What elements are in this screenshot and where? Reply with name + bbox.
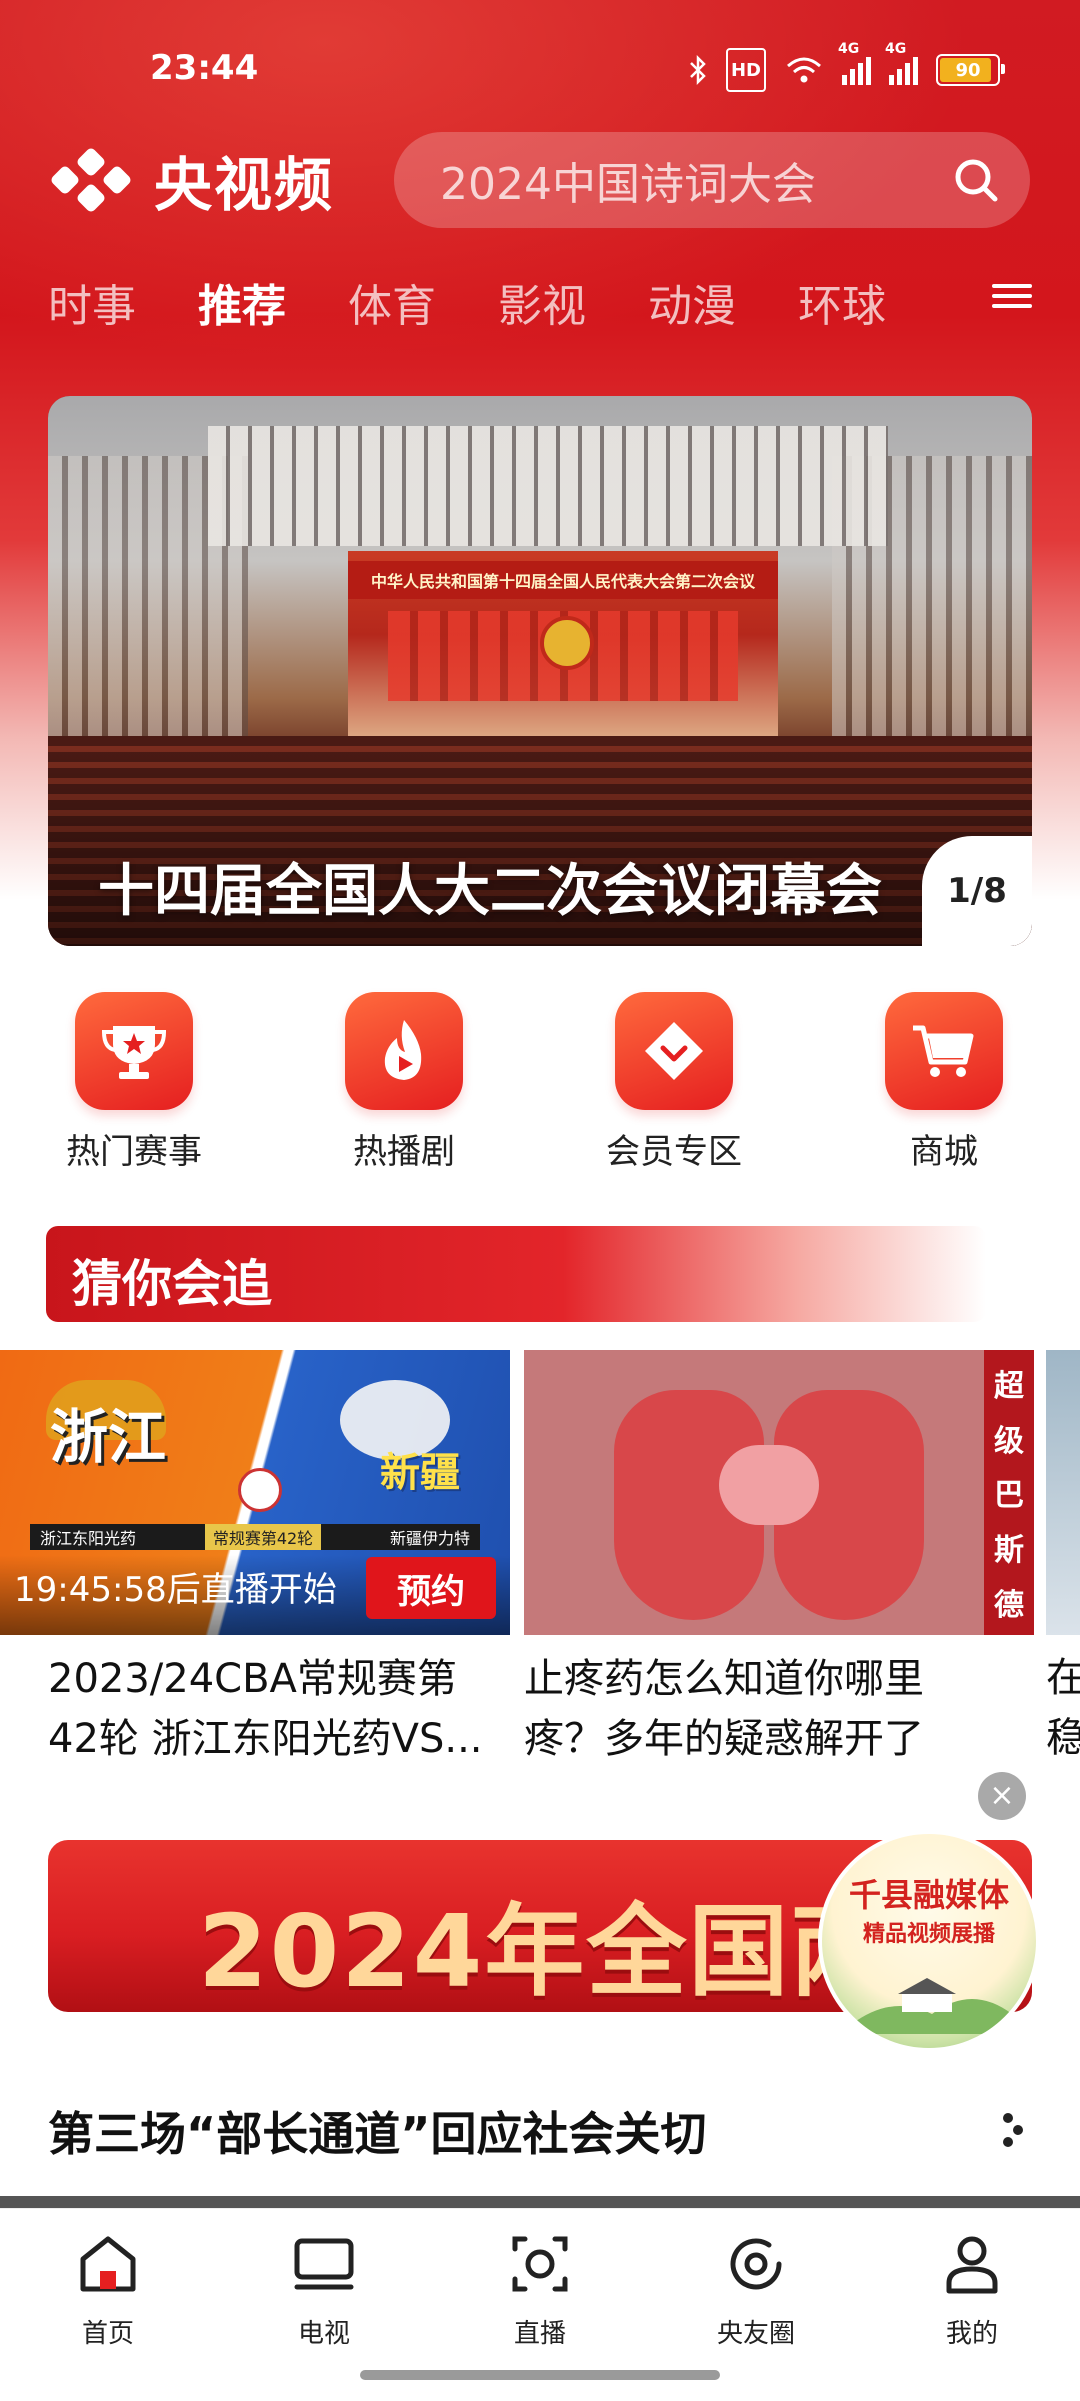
live-icon: [512, 2236, 568, 2292]
nav-label: 我的: [945, 2319, 998, 2349]
video-card-peek[interactable]: [1046, 1350, 1080, 1635]
nav-label: 央友圈: [716, 2319, 795, 2349]
banner-page-indicator: 1/8: [922, 836, 1032, 946]
status-bar: 23:44 HD 4G 4G 90: [0, 40, 1080, 100]
quick-entry-label: 会员专区: [606, 1132, 742, 1172]
quick-entry-label: 热播剧: [353, 1132, 455, 1172]
quick-entry-vip[interactable]: 会员专区: [574, 992, 774, 1173]
card-title-line-2: 疼？多年的疑惑解开了: [524, 1716, 924, 1762]
nav-label: 直播: [513, 2319, 566, 2349]
quick-entry-dramas[interactable]: 热播剧: [304, 992, 504, 1173]
hero-banner[interactable]: 中华人民共和国第十四届全国人民代表大会第二次会议 十四届全国人大二次会议闭幕会 …: [48, 396, 1032, 946]
section-title: 猜你会追: [72, 1255, 272, 1313]
close-ad-button[interactable]: ×: [978, 1772, 1026, 1820]
signal-icon-1: 4G: [838, 41, 871, 85]
battery-icon: 90: [936, 54, 1005, 86]
nav-circle[interactable]: 央友圈: [676, 2229, 836, 2350]
card-title-line-1: 2023/24CBA常规赛第: [48, 1656, 457, 1702]
search-placeholder: 2024中国诗词大会: [440, 159, 816, 210]
menu-icon[interactable]: [992, 278, 1032, 318]
card-title: 2023/24CBA常规赛第 42轮 浙江东阳光药VS...: [0, 1649, 510, 1769]
signal-label-1: 4G: [838, 41, 860, 57]
tab-dongman[interactable]: 动漫: [648, 270, 736, 334]
quick-entry-mall[interactable]: 商城: [844, 992, 1044, 1173]
reserve-button[interactable]: 预约: [366, 1557, 496, 1619]
match-strip: 浙江东阳光药 常规赛第42轮 新疆伊力特: [30, 1524, 480, 1550]
strip-right: 新疆伊力特: [389, 1529, 470, 1548]
nav-profile[interactable]: 我的: [892, 2229, 1052, 2350]
team-left: 浙江: [50, 1403, 167, 1471]
national-emblem-icon: [540, 616, 594, 670]
trophy-icon: [75, 992, 193, 1110]
app-name: 央视频: [154, 151, 335, 219]
stage: 中华人民共和国第十四届全国人民代表大会第二次会议: [348, 551, 778, 761]
category-tabs: 时事 推荐 体育 影视 动漫 环球: [0, 270, 1080, 350]
stage-banner-text: 中华人民共和国第十四届全国人民代表大会第二次会议: [348, 561, 778, 599]
section-header: 猜你会追: [46, 1226, 986, 1322]
logo-icon: [46, 145, 136, 215]
profile-icon: [946, 2236, 998, 2294]
search-bar[interactable]: 2024中国诗词大会: [394, 132, 1030, 228]
video-card-painkiller[interactable]: 超 级 巴 斯 德 止疼药怎么知道你哪里 疼？多年的疑惑解开了: [524, 1350, 1034, 1769]
video-card-cba[interactable]: 浙江 新疆 浙江东阳光药 常规赛第42轮 新疆伊力特 19:45:58后直播开始…: [0, 1350, 510, 1769]
arrow-right-icon[interactable]: [996, 2110, 1030, 2150]
ad-badge[interactable]: 千县融媒体 精品视频展播: [818, 1830, 1040, 2052]
tab-shishi[interactable]: 时事: [48, 270, 136, 334]
tab-tiyu[interactable]: 体育: [348, 270, 436, 334]
wifi-icon: [784, 50, 824, 90]
nav-home[interactable]: 首页: [28, 2229, 188, 2350]
circle-icon: [730, 2238, 782, 2290]
subsection-title[interactable]: 第三场“部长通道”回应社会关切: [48, 2098, 706, 2164]
home-icon: [80, 2236, 136, 2292]
quick-entry-events[interactable]: 热门赛事: [34, 992, 234, 1173]
cart-icon: [885, 992, 1003, 1110]
strip-mid: 常规赛第42轮: [204, 1524, 322, 1550]
hd-voice-icon: HD: [725, 48, 766, 92]
quick-entry-label: 商城: [910, 1132, 978, 1172]
team-right: 新疆: [380, 1450, 460, 1496]
status-time: 23:44: [150, 48, 259, 88]
quick-entry-label: 热门赛事: [66, 1132, 202, 1172]
card-title-line-1: 止疼药怎么知道你哪里: [524, 1656, 924, 1702]
battery-level: 90: [955, 59, 981, 81]
tab-tuijian[interactable]: 推荐: [198, 270, 286, 334]
card-title-line-2: 42轮 浙江东阳光药VS...: [48, 1716, 483, 1762]
village-illustration-icon: [852, 1978, 1012, 2034]
card-thumbnail: 浙江 新疆 浙江东阳光药 常规赛第42轮 新疆伊力特 19:45:58后直播开始…: [0, 1350, 510, 1635]
live-countdown: 19:45:58后直播开始: [14, 1570, 337, 1610]
next-section-preview: [0, 2196, 1080, 2208]
status-icons: HD 4G 4G 90: [688, 41, 1005, 92]
series-label: 超 级 巴 斯 德: [984, 1350, 1034, 1635]
signal-label-2: 4G: [885, 41, 907, 57]
nav-label: 电视: [297, 2319, 350, 2349]
flame-icon: [345, 992, 463, 1110]
app-header: 央视频 2024中国诗词大会: [0, 128, 1080, 228]
app-logo[interactable]: 央视频: [46, 138, 334, 222]
banner-title: 十四届全国人大二次会议闭幕会: [98, 859, 882, 924]
peek-card-title: 在 稳: [1046, 1655, 1080, 1761]
nav-tv[interactable]: 电视: [244, 2229, 404, 2350]
strip-left: 浙江东阳光药: [40, 1529, 137, 1548]
tab-huanqiu[interactable]: 环球: [798, 270, 886, 334]
diamond-heart-icon: [615, 992, 733, 1110]
bluetooth-icon: [688, 50, 708, 90]
tv-icon: [294, 2238, 354, 2290]
tab-yingshi[interactable]: 影视: [498, 270, 586, 334]
quick-entries: 热门赛事 热播剧 会员专区 商城: [0, 992, 1080, 1172]
ad-badge-line1: 千县融媒体: [848, 1876, 1009, 1914]
search-icon[interactable]: [950, 154, 1002, 206]
nav-label: 首页: [81, 2319, 134, 2349]
card-thumbnail: 超 级 巴 斯 德: [524, 1350, 1034, 1635]
recommend-cards: 浙江 新疆 浙江东阳光药 常规赛第42轮 新疆伊力特 19:45:58后直播开始…: [0, 1350, 1080, 1770]
ad-badge-line2: 精品视频展播: [862, 1922, 995, 1947]
signal-icon-2: 4G: [885, 41, 918, 85]
home-indicator[interactable]: [360, 2370, 720, 2380]
cba-logo-icon: [238, 1468, 282, 1512]
card-title: 止疼药怎么知道你哪里 疼？多年的疑惑解开了: [524, 1649, 1034, 1769]
nav-live[interactable]: 直播: [460, 2229, 620, 2350]
